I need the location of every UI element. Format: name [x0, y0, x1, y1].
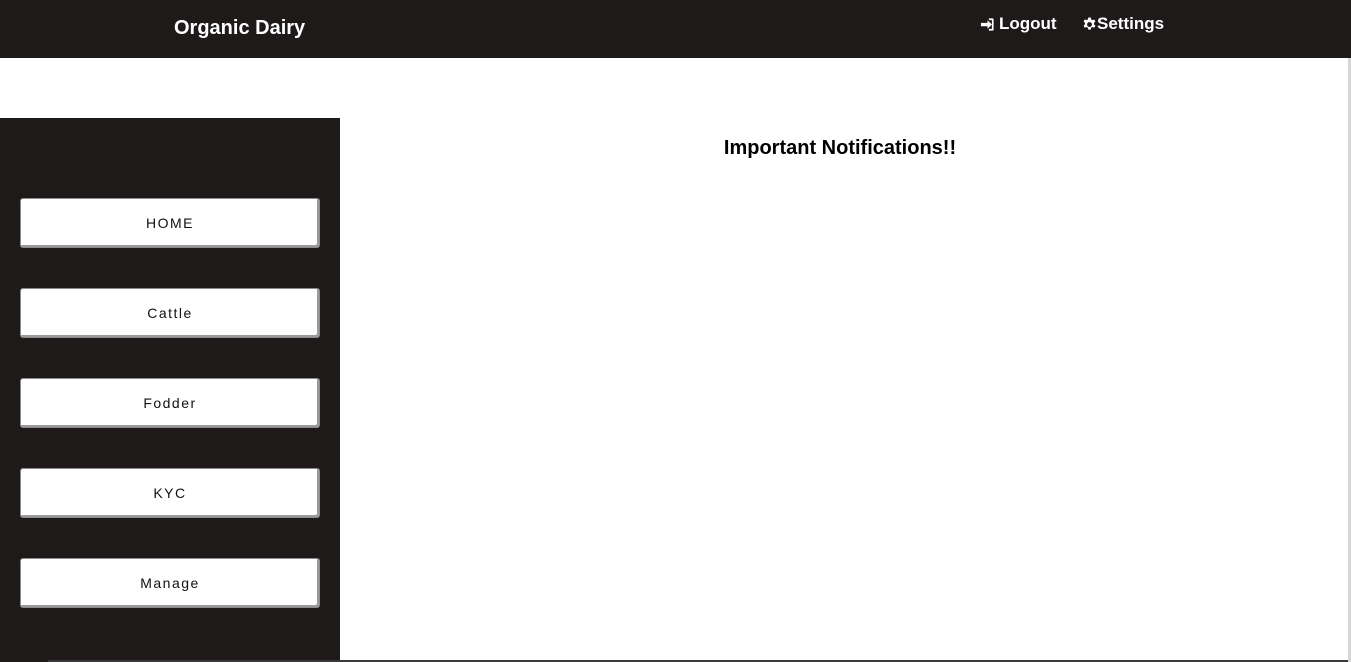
logout-link[interactable]: Logout: [980, 14, 1057, 34]
settings-link[interactable]: Settings: [1082, 14, 1164, 34]
notifications-heading: Important Notifications!!: [723, 137, 957, 159]
sidebar-home-button[interactable]: HOME: [20, 198, 320, 248]
sidebar-manage-button[interactable]: Manage: [20, 558, 320, 608]
top-navbar: Organic Dairy Logout Settings: [0, 0, 1351, 58]
sign-in-icon: [980, 17, 999, 32]
sidebar: HOME Cattle Fodder KYC Manage: [0, 118, 340, 662]
gear-icon: [1082, 16, 1097, 32]
sidebar-kyc-button[interactable]: KYC: [20, 468, 320, 518]
brand-title[interactable]: Organic Dairy: [174, 16, 305, 40]
settings-label: Settings: [1097, 14, 1165, 33]
logout-label: Logout: [999, 14, 1057, 33]
sidebar-cattle-button[interactable]: Cattle: [20, 288, 320, 338]
sidebar-fodder-button[interactable]: Fodder: [20, 378, 320, 428]
